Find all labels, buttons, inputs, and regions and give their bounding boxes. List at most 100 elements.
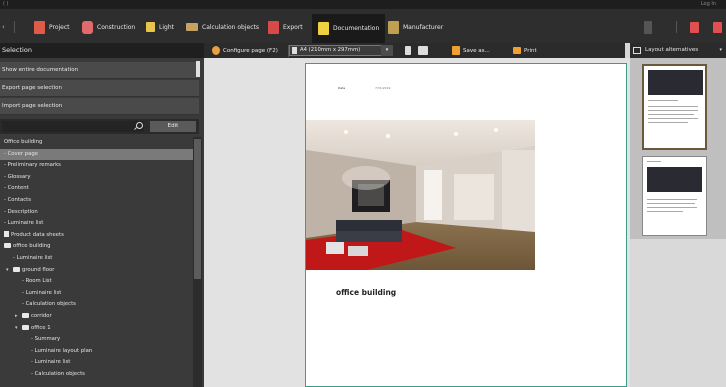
tree-item[interactable]: - Luminaire list [0,357,193,369]
ribbon-project-tab[interactable]: Project [34,18,70,36]
page-size-icon [292,47,297,54]
chevron-down-icon: ▾ [385,47,389,53]
tree-item[interactable]: - Glossary [0,172,193,184]
main-ribbon: ‹ Project Construction Light Calculation… [0,9,726,43]
layout-thumbnail-1[interactable] [642,64,707,150]
tree-item[interactable]: ▾ office 1 [0,323,193,335]
document-preview-area[interactable]: Date 7/31/2019 office building [204,58,630,387]
tree-item-label: - Luminaire list [31,359,71,366]
ribbon-construction-tab[interactable]: Construction [82,18,135,36]
document-title: office building [336,288,397,297]
page-size-dropdown-button[interactable]: ▾ [381,45,393,56]
chevron-down-icon[interactable]: ▾ [6,265,9,277]
tree-item[interactable]: - Preliminary remarks [0,160,193,172]
tree-item[interactable]: - Calculation objects [0,299,193,311]
thumbnail-text-line [648,114,694,115]
light-icon [146,22,155,32]
ribbon-light-tab[interactable]: Light [146,18,174,36]
ribbon-divider [14,21,15,33]
import-page-selection-button[interactable]: Import page selection [0,98,199,115]
tree-item[interactable]: ▾ ground floor [0,265,193,277]
layout-alternatives-header[interactable]: Layout alternatives ▾ [630,43,726,58]
tree-item[interactable]: ▸ corridor [0,311,193,323]
tree-item[interactable]: - Summary [0,334,193,346]
tree-item-label: office 1 [31,324,51,331]
tree-item-label: - Content [4,185,29,192]
thumbnail-text-line [648,100,678,101]
page-size-select[interactable]: A4 (210mm x 297mm) [289,45,389,56]
tree-item[interactable]: - Content [0,183,193,195]
cover-render-image [306,120,535,270]
tree-item[interactable]: - Calculation objects [0,369,193,381]
edit-button[interactable]: Edit [150,121,196,132]
tree-item[interactable]: - Luminaire list [0,253,193,265]
show-entire-documentation-button[interactable]: Show entire documentation [0,62,199,79]
app-window: ( ) Log In ‹ Project Construction Light … [0,0,726,387]
page-toolbar: Configure page (F2) A4 (210mm x 297mm) ▾… [204,43,625,58]
tree-item[interactable]: - Contacts [0,195,193,207]
chevron-down-icon: ▾ [719,47,722,53]
document-page[interactable]: Date 7/31/2019 office building [305,63,627,387]
tree-scrollbar-thumb[interactable] [194,139,201,279]
double-page-view-button[interactable] [418,44,428,57]
thumbnail-text-line [647,203,695,204]
ribbon-calculation-objects-label: Calculation objects [202,23,259,31]
tree-item-label: - Luminaire list [13,254,53,261]
login-link[interactable]: Log In [701,0,716,9]
configure-page-icon [212,46,220,55]
tree-item[interactable]: office building [0,241,193,253]
ribbon-manufacturer-tab[interactable]: Manufacturer [388,18,443,36]
ribbon-disabled-button[interactable] [644,18,652,36]
ribbon-close-button[interactable] [713,18,722,36]
tree-item[interactable]: - Cover page [0,148,193,161]
layout-icon [633,47,641,54]
save-as-button[interactable]: Save as... [452,44,490,57]
folder-icon [4,243,11,249]
chevron-right-icon[interactable]: ▸ [15,311,18,323]
tree-item[interactable]: - Description [0,207,193,219]
double-page-icon [418,46,428,55]
ribbon-export-tab[interactable]: Export [268,18,303,36]
ribbon-overflow-icon[interactable]: ‹ [2,18,5,36]
tree-item-label: office building [13,243,51,250]
tree-item-label: - Luminaire layout plan [31,347,93,354]
export-icon [268,20,279,34]
manufacturer-icon [388,20,399,34]
tree-item-label: - Glossary [4,173,31,180]
single-page-icon [405,46,411,55]
print-label: Print [524,47,537,54]
tree-item[interactable]: Office building [0,137,193,149]
tree-search-input[interactable] [2,121,144,132]
folder-icon [13,266,20,272]
page-size-value: A4 (210mm x 297mm) [300,47,361,53]
ribbon-documentation-tab[interactable]: Documentation [312,14,386,43]
tree-item-label: - Room List [22,278,52,285]
ribbon-export-label: Export [283,23,303,31]
stop-icon [690,21,699,33]
tree-item-label: Product data sheets [11,231,64,238]
tree-item[interactable]: - Luminaire list [0,218,193,230]
print-button[interactable]: Print [513,44,537,57]
ribbon-calculation-objects-tab[interactable]: Calculation objects [186,18,259,36]
tree-item-label: - Preliminary remarks [4,162,61,169]
layout-thumbnail-2[interactable] [642,156,707,236]
tree-item[interactable]: - Room List [0,276,193,288]
chevron-down-icon[interactable]: ▾ [15,323,18,335]
configure-page-button[interactable]: Configure page (F2) [212,44,278,57]
tree-item[interactable]: Product data sheets [0,230,193,242]
save-as-label: Save as... [463,47,490,54]
project-icon [34,20,45,34]
panel-collapse-grip[interactable] [196,61,200,77]
tree-item[interactable]: - Luminaire list [0,288,193,300]
single-page-view-button[interactable] [405,44,411,57]
search-icon[interactable] [136,122,143,129]
tree-item[interactable]: - Luminaire layout plan [0,346,193,358]
ribbon-stop-button[interactable] [690,18,699,36]
page-date-value: 7/31/2019 [375,86,391,90]
ribbon-project-label: Project [49,23,70,31]
tree-item-label: Office building [4,139,43,145]
export-page-selection-button[interactable]: Export page selection [0,80,199,97]
tree-scrollbar[interactable] [193,137,202,387]
disabled-action-icon [644,20,652,34]
tree-item-label: - Cover page [4,150,39,157]
